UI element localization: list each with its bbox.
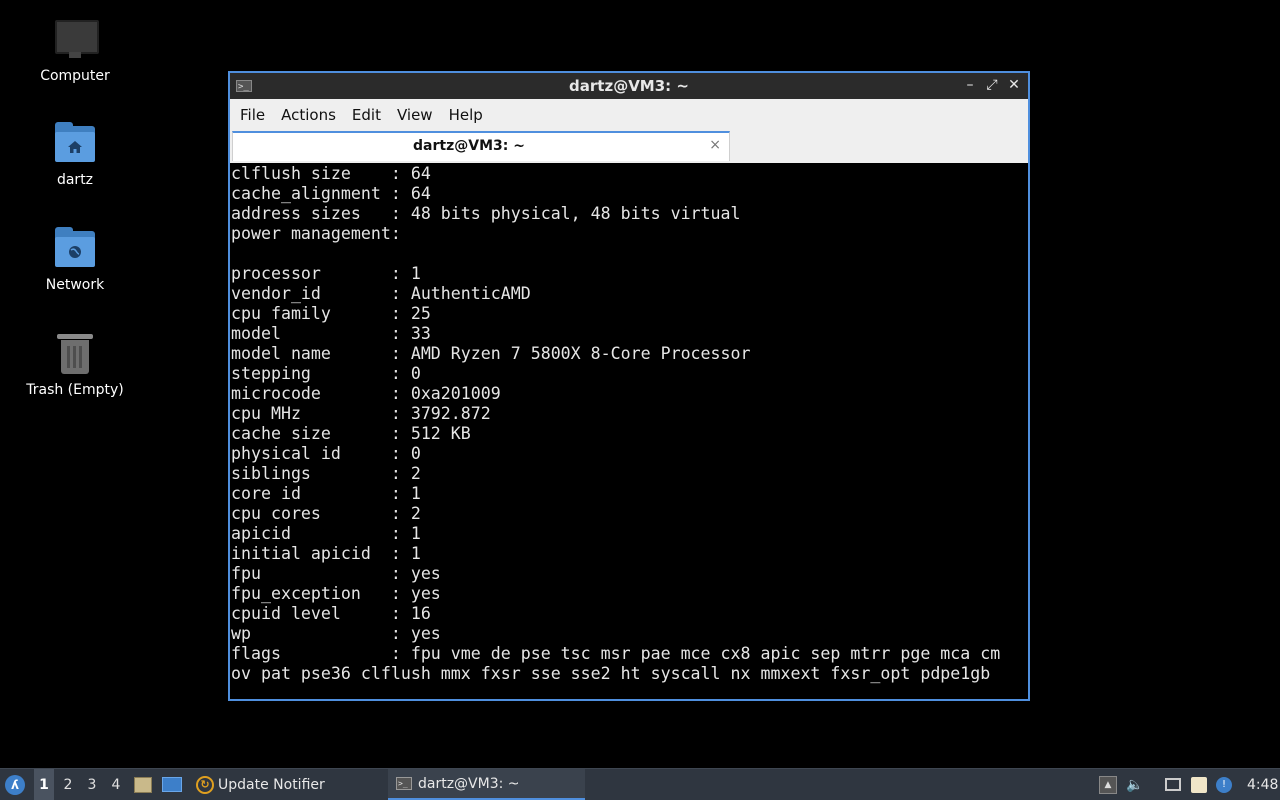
window-titlebar[interactable]: >_ dartz@VM3: ~ – ⤢ ✕ (230, 73, 1028, 99)
start-menu-button[interactable]: ʎ (5, 769, 25, 800)
desktop-icon-home[interactable]: dartz (20, 122, 130, 188)
file-manager-icon (134, 776, 152, 793)
workspace-3[interactable]: 3 (82, 769, 102, 800)
menu-help[interactable]: Help (441, 106, 491, 124)
desktop-icon-label: Trash (Empty) (26, 382, 124, 398)
tray-expand-button[interactable]: ▲ (1099, 769, 1117, 800)
file-manager-launcher[interactable] (134, 769, 152, 800)
network-button[interactable] (1165, 769, 1181, 800)
terminal-window[interactable]: >_ dartz@VM3: ~ – ⤢ ✕ File Actions Edit … (228, 71, 1030, 701)
minimize-button[interactable]: – (962, 76, 978, 94)
task-label: dartz@VM3: ~ (418, 775, 520, 792)
terminal-icon: >_ (396, 777, 412, 790)
maximize-button[interactable]: ⤢ (984, 76, 1000, 94)
desktop-icon-label: Network (45, 277, 105, 293)
workspace-4[interactable]: 4 (106, 769, 126, 800)
window-title: dartz@VM3: ~ (569, 77, 689, 95)
network-folder-icon (53, 227, 97, 271)
clock[interactable]: 4:48 (1247, 769, 1278, 800)
clipboard-button[interactable] (1191, 769, 1207, 800)
menu-view[interactable]: View (389, 106, 441, 124)
notification-icon: ! (1216, 776, 1232, 793)
menu-actions[interactable]: Actions (273, 106, 344, 124)
tab-title: dartz@VM3: ~ (413, 138, 525, 154)
workspace-1[interactable]: 1 (34, 769, 54, 800)
desktop-launcher[interactable] (162, 769, 182, 800)
trash-icon (53, 332, 97, 376)
tab-bar: dartz@VM3: ~ × (230, 131, 1028, 164)
close-button[interactable]: ✕ (1006, 76, 1022, 94)
computer-icon (53, 18, 99, 62)
desktop-icon-label: Computer (40, 68, 110, 84)
notification-button[interactable]: ! (1216, 769, 1232, 800)
tab-terminal[interactable]: dartz@VM3: ~ × (232, 131, 730, 161)
desktop-icon-trash[interactable]: Trash (Empty) (20, 332, 130, 398)
volume-button[interactable]: 🔈 (1126, 769, 1144, 800)
task-update-notifier[interactable]: ↻ Update Notifier (194, 769, 331, 800)
terminal-text: clflush size : 64 cache_alignment : 64 a… (231, 164, 1001, 683)
terminal-output[interactable]: clflush size : 64 cache_alignment : 64 a… (230, 163, 1028, 699)
taskbar: ʎ 1 2 3 4 ↻ Update Notifier >_ dartz@VM3… (0, 768, 1280, 800)
tab-close-icon[interactable]: × (709, 137, 721, 153)
workspace-2[interactable]: 2 (58, 769, 78, 800)
tray-arrow-icon: ▲ (1099, 775, 1117, 794)
desktop-icon-network[interactable]: Network (20, 227, 130, 293)
network-icon (1165, 778, 1181, 791)
task-label: Update Notifier (218, 776, 325, 793)
menubar: File Actions Edit View Help (230, 99, 1028, 131)
menu-edit[interactable]: Edit (344, 106, 389, 124)
desktop-icon-label: dartz (56, 172, 94, 188)
update-notifier-icon: ↻ (196, 775, 214, 794)
show-desktop-icon (162, 777, 182, 792)
clipboard-icon (1191, 776, 1207, 793)
home-folder-icon (53, 122, 97, 166)
desktop-icon-computer[interactable]: Computer (20, 18, 130, 84)
task-terminal[interactable]: >_ dartz@VM3: ~ (388, 769, 585, 800)
menu-file[interactable]: File (232, 106, 273, 124)
start-menu-icon: ʎ (5, 774, 25, 795)
volume-icon: 🔈 (1126, 776, 1144, 793)
